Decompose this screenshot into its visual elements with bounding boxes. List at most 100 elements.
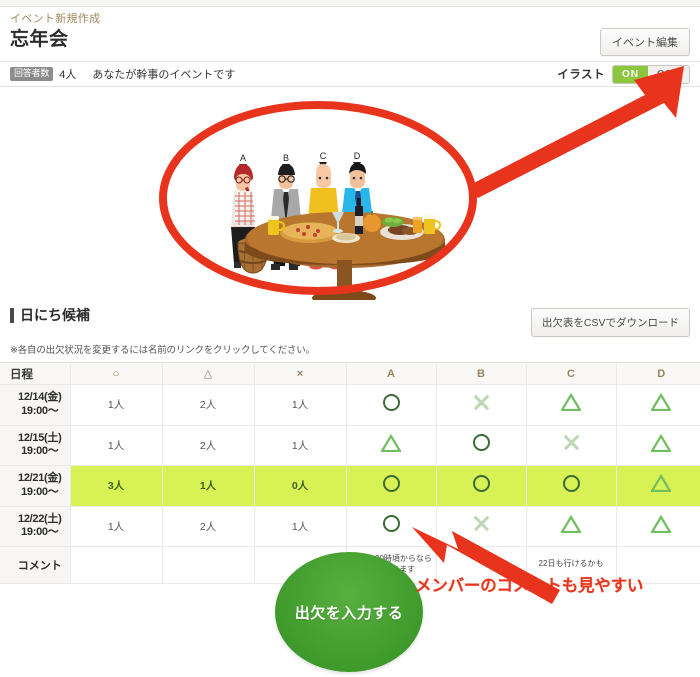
attendance-cell-a[interactable] bbox=[346, 384, 437, 426]
attend-circle-icon[interactable] bbox=[382, 474, 400, 492]
illustration-graphic: A B C D bbox=[231, 151, 445, 300]
date-cell: 12/14(金) 19:00〜 bbox=[0, 384, 71, 426]
attendance-cell-d[interactable] bbox=[616, 425, 700, 466]
attend-triangle-icon[interactable] bbox=[650, 514, 673, 538]
time-line: 19:00〜 bbox=[21, 526, 59, 539]
attend-circle-icon[interactable] bbox=[472, 474, 490, 492]
attendance-cell-a[interactable] bbox=[346, 425, 437, 466]
page-title: 忘年会 bbox=[10, 29, 69, 50]
table-row: 12/22(土) 19:00〜 1人 2人 1人 bbox=[0, 506, 700, 547]
page-root: イベント新規作成 忘年会 イベント編集 回答者数 4人 あなたが幹事のイベントで… bbox=[0, 0, 700, 677]
table-col-header-b[interactable]: B bbox=[436, 362, 527, 385]
salad-bowl bbox=[382, 217, 404, 227]
time-line: 19:00〜 bbox=[21, 485, 59, 498]
table-row: 12/15(土) 19:00〜 1人 2人 1人 bbox=[0, 425, 700, 466]
count-cell-circle: 3人 bbox=[70, 465, 163, 507]
count-cell-cross: 0人 bbox=[254, 465, 347, 507]
comment-row-label: コメント bbox=[0, 546, 71, 584]
top-bar bbox=[0, 0, 700, 7]
member-tag-d: D bbox=[354, 151, 361, 161]
count-cell-circle: 1人 bbox=[70, 425, 163, 466]
member-tag-c: C bbox=[320, 151, 327, 161]
orange-juice bbox=[413, 217, 422, 233]
table-header-row: 日程 ○ △ × A B C D bbox=[0, 362, 700, 385]
count-cell-circle: 1人 bbox=[70, 384, 163, 426]
submit-attendance-label: 出欠を入力する bbox=[294, 604, 404, 622]
attendance-cell-c[interactable] bbox=[526, 506, 617, 547]
edit-event-button[interactable]: イベント編集 bbox=[600, 28, 690, 56]
toggle-off-option[interactable]: OFF bbox=[648, 65, 689, 83]
attendance-cell-b[interactable] bbox=[436, 384, 527, 426]
attendance-cell-d[interactable] bbox=[616, 384, 700, 426]
attendance-cell-a[interactable] bbox=[346, 506, 437, 547]
status-badge: 回答者数 bbox=[10, 67, 54, 81]
member-tag-b: B bbox=[283, 153, 289, 163]
table-col-header-a[interactable]: A bbox=[346, 362, 437, 385]
time-line: 19:00〜 bbox=[21, 445, 59, 458]
toggle-on-option[interactable]: ON bbox=[613, 65, 648, 83]
attend-triangle-icon[interactable] bbox=[650, 393, 673, 416]
table-col-header-d[interactable]: D bbox=[616, 362, 700, 385]
breadcrumb[interactable]: イベント新規作成 bbox=[0, 8, 700, 27]
attend-circle-icon[interactable] bbox=[382, 393, 400, 411]
attendance-cell-c[interactable] bbox=[526, 425, 617, 466]
count-cell-triangle: 2人 bbox=[162, 384, 255, 426]
count-cell-triangle: 2人 bbox=[162, 506, 255, 547]
attend-triangle-icon[interactable] bbox=[650, 474, 673, 497]
section-title: 日にち候補 bbox=[10, 307, 90, 324]
table-col-header-△: △ bbox=[162, 362, 255, 385]
page-header: イベント新規作成 忘年会 イベント編集 回答者数 4人 あなたが幹事のイベントで… bbox=[0, 8, 700, 87]
submit-attendance-button[interactable]: 出欠を入力する bbox=[275, 552, 423, 672]
attendance-cell-c[interactable] bbox=[526, 465, 617, 507]
attendance-cell-b[interactable] bbox=[436, 506, 527, 547]
attendance-cell-b[interactable] bbox=[436, 465, 527, 507]
table-row: 12/14(金) 19:00〜 1人 2人 1人 bbox=[0, 384, 700, 426]
comment-empty-cell bbox=[162, 546, 255, 584]
count-cell-circle: 1人 bbox=[70, 506, 163, 547]
section-header-row: 日にち候補 出欠表をCSVでダウンロード bbox=[0, 300, 700, 337]
time-line: 19:00〜 bbox=[21, 404, 59, 417]
count-cell-triangle: 2人 bbox=[162, 425, 255, 466]
respondent-count: 4人 bbox=[59, 69, 77, 81]
status-bar-left: 回答者数 4人 あなたが幹事のイベントです bbox=[10, 66, 235, 82]
status-bar: 回答者数 4人 あなたが幹事のイベントです イラスト ON OFF bbox=[0, 61, 700, 87]
attend-circle-icon[interactable] bbox=[382, 515, 400, 533]
download-csv-button[interactable]: 出欠表をCSVでダウンロード bbox=[530, 308, 690, 337]
date-cell: 12/21(金) 19:00〜 bbox=[0, 465, 71, 507]
attendance-cell-d[interactable] bbox=[616, 465, 700, 507]
table-head: 日程 ○ △ × A B C D bbox=[0, 362, 700, 385]
date-cell: 12/15(土) 19:00〜 bbox=[0, 425, 71, 466]
attend-cross-icon[interactable] bbox=[473, 515, 490, 532]
schedule-section: 日にち候補 出欠表をCSVでダウンロード ※各自の出欠状況を変更するには名前のリ… bbox=[0, 300, 700, 584]
attendance-table: 日程 ○ △ × A B C D 12/14(金) 19:00〜 1人 2人 1人 12/15(土) 19… bbox=[0, 362, 700, 584]
count-cell-cross: 1人 bbox=[254, 425, 347, 466]
organizer-note: あなたが幹事のイベントです bbox=[92, 69, 236, 81]
attend-circle-icon[interactable] bbox=[562, 474, 580, 492]
illustration-toggle-group: イラスト ON OFF bbox=[557, 64, 690, 84]
date-line: 12/15(土) bbox=[18, 431, 62, 444]
comment-callout-text: メンバーのコメントも見やすい bbox=[415, 577, 644, 595]
attendance-cell-c[interactable] bbox=[526, 384, 617, 426]
attend-triangle-icon[interactable] bbox=[560, 514, 582, 538]
attend-circle-icon[interactable] bbox=[472, 434, 490, 452]
table-col-header-c[interactable]: C bbox=[526, 362, 617, 385]
date-line: 12/22(土) bbox=[18, 512, 62, 525]
table-col-header-○: ○ bbox=[70, 362, 163, 385]
attend-cross-icon[interactable] bbox=[473, 394, 490, 411]
attendance-cell-d[interactable] bbox=[616, 506, 700, 547]
attend-cross-icon[interactable] bbox=[563, 434, 580, 451]
table-col-header-date: 日程 bbox=[0, 362, 71, 385]
party-illustration: A B C D bbox=[0, 88, 700, 300]
attend-triangle-icon[interactable] bbox=[650, 433, 673, 457]
attendance-cell-b[interactable] bbox=[436, 425, 527, 466]
illustration-label: イラスト bbox=[557, 69, 605, 81]
table-row: 12/21(金) 19:00〜 3人 1人 0人 bbox=[0, 465, 700, 507]
attendance-cell-a[interactable] bbox=[346, 465, 437, 507]
date-cell: 12/22(土) 19:00〜 bbox=[0, 506, 71, 547]
date-line: 12/14(金) bbox=[18, 391, 62, 403]
attend-triangle-icon[interactable] bbox=[380, 433, 402, 457]
illustration-toggle[interactable]: ON OFF bbox=[612, 64, 690, 84]
count-cell-cross: 1人 bbox=[254, 506, 347, 547]
member-tag-a: A bbox=[240, 153, 246, 163]
attend-triangle-icon[interactable] bbox=[560, 393, 582, 416]
